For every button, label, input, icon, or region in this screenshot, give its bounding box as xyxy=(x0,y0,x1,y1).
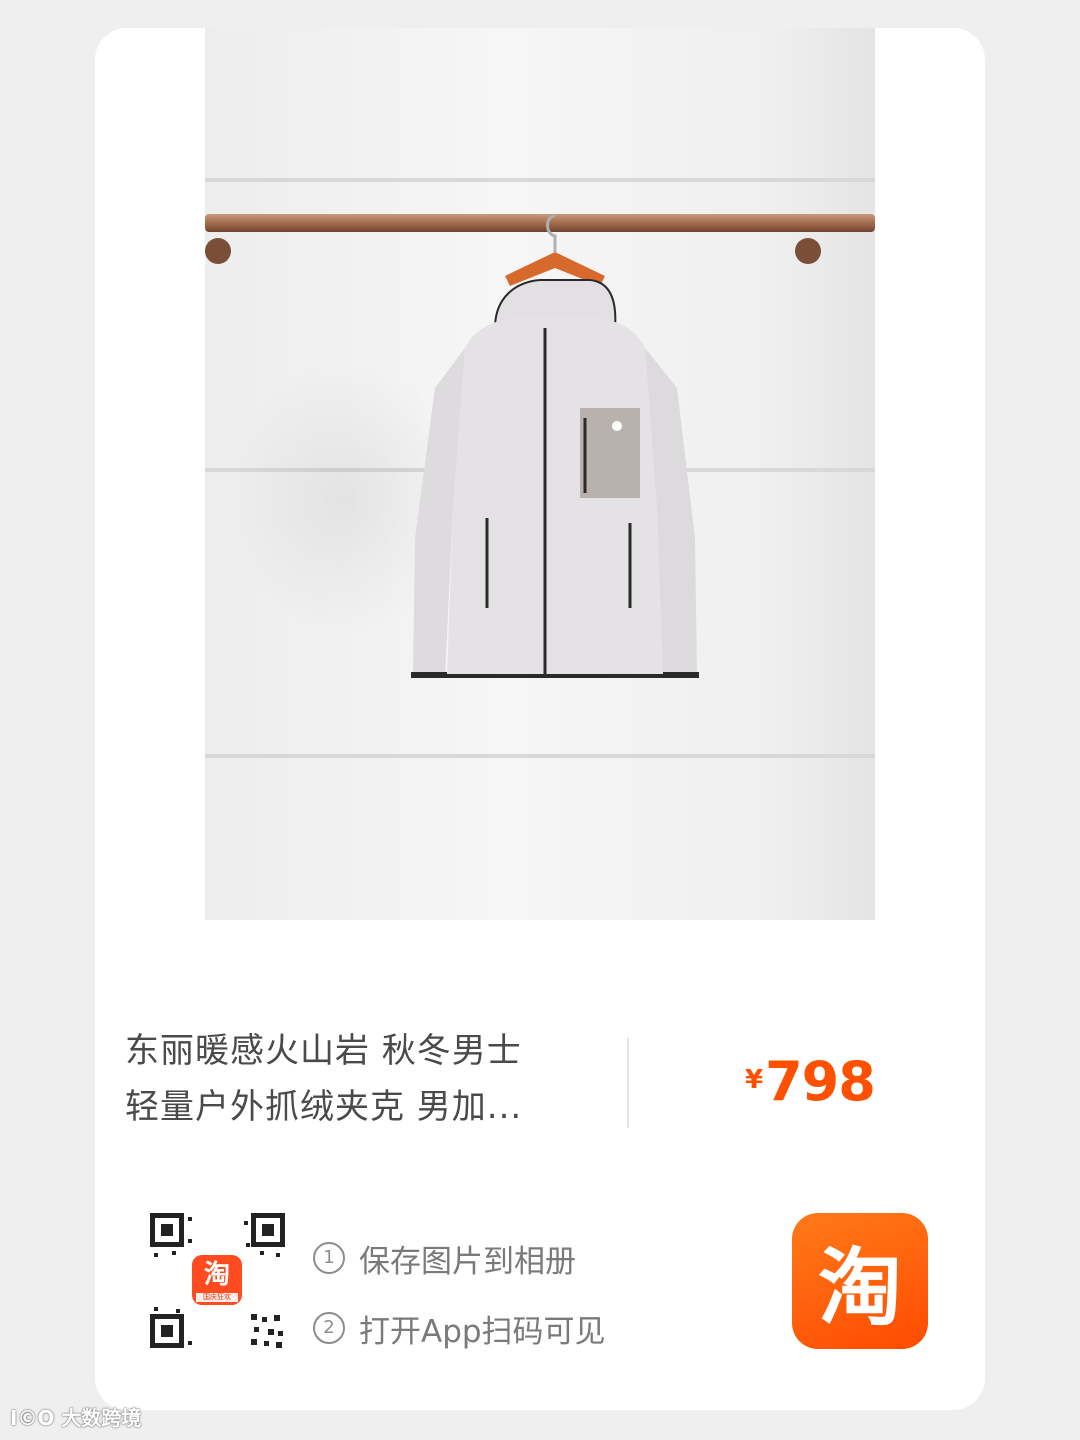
share-card: 东丽暖感火山岩 秋冬男士 轻量户外抓绒夹克 男加... ¥798 淘 国庆狂欢 … xyxy=(95,28,985,1410)
fleece-jacket-image xyxy=(411,214,699,678)
product-title[interactable]: 东丽暖感火山岩 秋冬男士 轻量户外抓绒夹克 男加... xyxy=(125,1023,595,1135)
step-text: 保存图片到相册 xyxy=(359,1243,576,1280)
taobao-logo-icon: 淘 xyxy=(817,1238,902,1337)
price-value: 798 xyxy=(765,1050,876,1113)
product-title-line-1: 东丽暖感火山岩 秋冬男士 xyxy=(125,1031,522,1071)
step-open-app: 2 打开App扫码可见 xyxy=(313,1293,606,1363)
title-price-divider xyxy=(627,1038,629,1128)
price-currency: ¥ xyxy=(745,1065,764,1095)
watermark-logo-icon: I©O xyxy=(10,1406,55,1430)
qr-center-badge-caption: 国庆狂欢 xyxy=(203,1293,231,1301)
jacket-illustration xyxy=(395,208,715,708)
product-title-line-2: 轻量户外抓绒夹克 男加... xyxy=(125,1087,523,1127)
product-price: ¥798 xyxy=(745,1050,876,1113)
rail-bracket xyxy=(795,238,821,264)
qr-center-badge-glyph: 淘 xyxy=(203,1260,230,1290)
qr-code[interactable]: 淘 国庆狂欢 xyxy=(150,1213,285,1348)
watermark: I©O 大数跨境 xyxy=(10,1402,141,1431)
watermark-text: 大数跨境 xyxy=(61,1406,142,1430)
wall-groove xyxy=(205,754,875,758)
wall-groove xyxy=(205,178,875,182)
scan-instructions: 1 保存图片到相册 2 打开App扫码可见 xyxy=(313,1223,606,1363)
step-number: 2 xyxy=(313,1312,345,1344)
taobao-app-button[interactable]: 淘 xyxy=(792,1213,928,1349)
step-number: 1 xyxy=(313,1242,345,1274)
step-save-image: 1 保存图片到相册 xyxy=(313,1223,606,1293)
rail-bracket xyxy=(205,238,231,264)
product-photo[interactable] xyxy=(205,28,875,920)
step-text: 打开App扫码可见 xyxy=(359,1313,606,1350)
